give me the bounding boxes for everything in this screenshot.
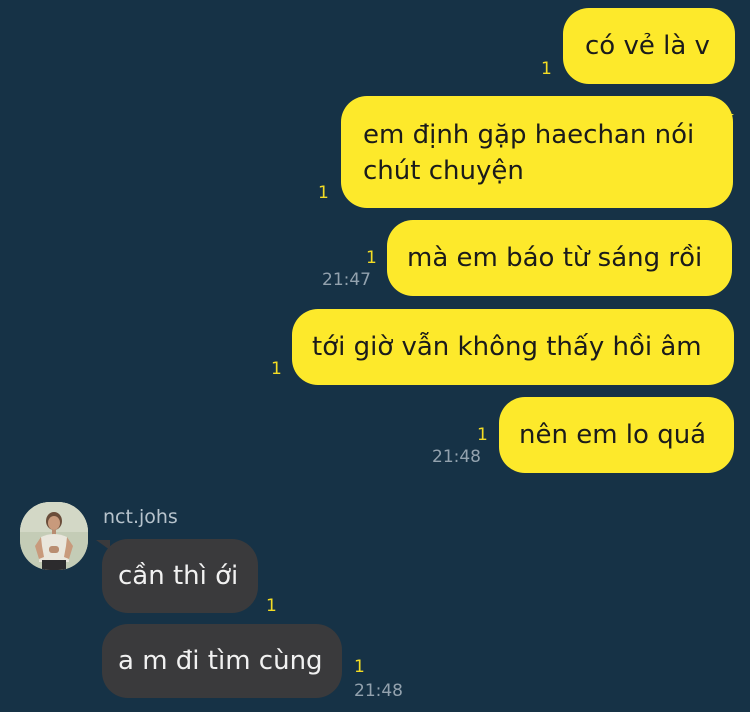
- message-text: mà em báo từ sáng rồi: [407, 243, 703, 273]
- message-text: tới giờ vẫn không thấy hồi âm: [312, 332, 702, 362]
- timestamp: 21:48: [354, 681, 403, 701]
- unread-count: 1: [266, 596, 277, 616]
- unread-count: 1: [541, 59, 552, 79]
- chat-thread[interactable]: có vẻ là v 1 em định gặp haechan nói chú…: [0, 0, 750, 712]
- incoming-message-bubble[interactable]: cần thì ới: [102, 539, 258, 613]
- unread-count: 1: [354, 657, 365, 677]
- message-text: cần thì ới: [118, 561, 239, 591]
- unread-count: 1: [318, 183, 329, 203]
- outgoing-message-bubble[interactable]: có vẻ là v: [563, 8, 735, 84]
- sender-name[interactable]: nct.johs: [103, 505, 178, 529]
- outgoing-message-bubble[interactable]: mà em báo từ sáng rồi: [387, 220, 732, 296]
- message-text-line: chút chuyện: [363, 156, 524, 186]
- timestamp: 21:48: [432, 447, 481, 467]
- message-text: a m đi tìm cùng: [118, 646, 323, 676]
- unread-count: 1: [271, 359, 282, 379]
- timestamp: 21:47: [322, 270, 371, 290]
- unread-count: 1: [477, 425, 488, 445]
- unread-count: 1: [366, 248, 377, 268]
- outgoing-message-bubble[interactable]: nên em lo quá: [499, 397, 734, 473]
- message-text: có vẻ là v: [585, 31, 710, 61]
- incoming-message-bubble[interactable]: a m đi tìm cùng: [102, 624, 342, 698]
- outgoing-message-bubble[interactable]: tới giờ vẫn không thấy hồi âm: [292, 309, 734, 385]
- contact-avatar[interactable]: [20, 502, 88, 570]
- avatar-photo-icon: [20, 502, 88, 570]
- outgoing-message-bubble[interactable]: em định gặp haechan nói chút chuyện: [341, 96, 733, 208]
- message-text-line: em định gặp haechan nói: [363, 120, 695, 150]
- message-text: nên em lo quá: [519, 420, 707, 450]
